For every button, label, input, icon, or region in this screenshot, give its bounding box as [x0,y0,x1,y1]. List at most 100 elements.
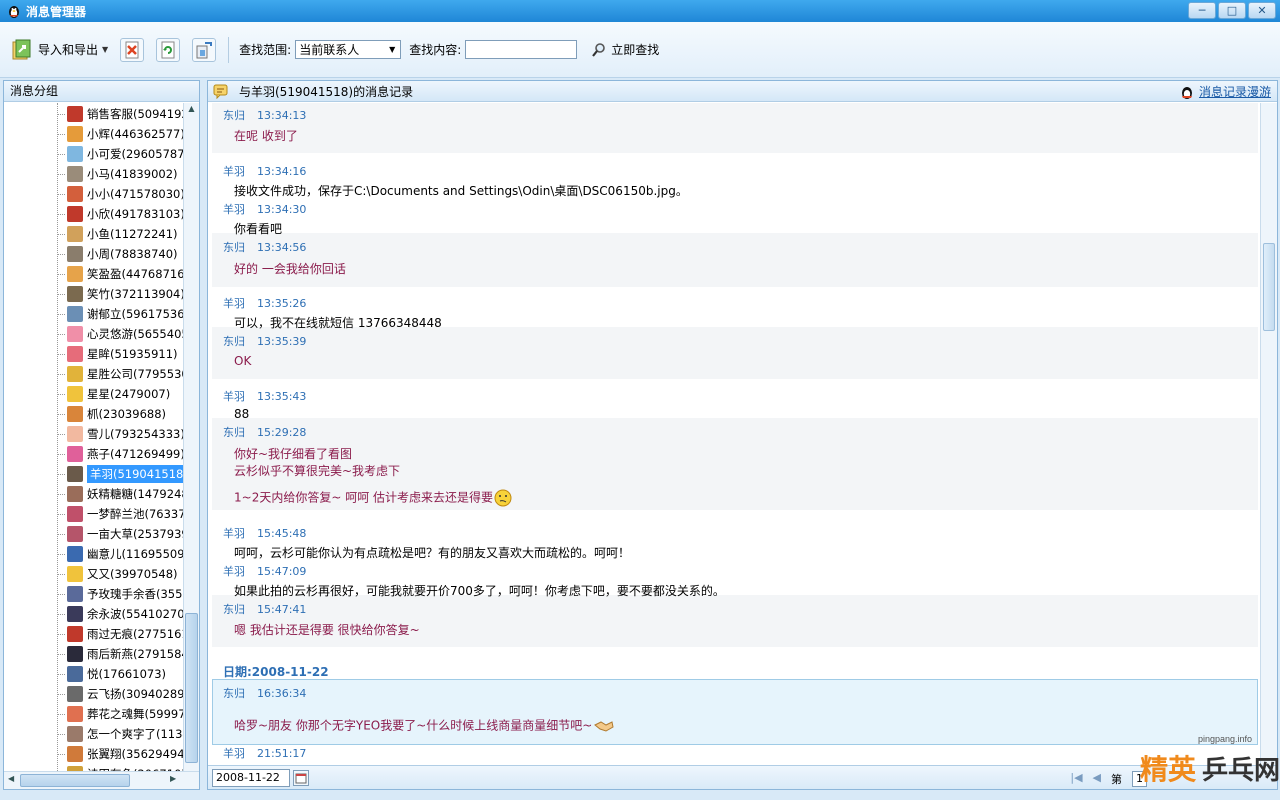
refresh-button[interactable] [156,37,181,62]
broom-icon [196,41,213,58]
first-page-icon[interactable]: |◀ [1070,771,1082,787]
contact-item[interactable]: 雪儿(793254333) [57,424,184,444]
contact-item[interactable]: 妖精糖糖(14792489 [57,484,184,504]
contact-item[interactable]: 心灵悠游(56554056 [57,324,184,344]
contact-vertical-scrollbar[interactable]: ▲ [183,103,199,771]
message-line: 可以，我不在线就短信 13766348448 [234,316,442,330]
contact-name: 笑竹(372113904) [87,287,184,301]
contact-item[interactable]: 星眸(51935911) [57,344,178,364]
contact-item[interactable]: 诗田有色(2067107 [57,764,184,771]
contact-item[interactable]: 小小(471578030) [57,184,184,204]
contact-item[interactable]: 小辉(446362577) [57,124,184,144]
scroll-left-icon[interactable]: ◀ [8,774,14,783]
avatar-icon [67,646,83,662]
tree-branch [57,293,65,295]
prev-page-icon[interactable]: ◀ [1093,771,1101,787]
message-line: OK [234,354,252,368]
contact-name: 谢郁立(59617536) [87,307,184,321]
message-header: 东归 16:36:34 [223,685,306,701]
delete-icon [125,41,139,58]
contact-item[interactable]: 笑盈盈(447687161) [57,264,184,284]
message-scrollbar[interactable] [1260,103,1277,765]
import-export-label: 导入和导出 [38,43,99,57]
contact-item[interactable]: 悦(17661073) [57,664,166,684]
contact-item[interactable]: 予玫瑰手余香(3556 [57,584,184,604]
contact-item[interactable]: 幽意儿(11695509) [57,544,184,564]
tree-branch [57,153,65,155]
message-band [212,327,1258,379]
scroll-up-icon[interactable]: ▲ [185,104,198,118]
contact-item[interactable]: 星胜公司(77955305 [57,364,184,384]
contact-item[interactable]: 小可爱(29605787) [57,144,184,164]
contact-item[interactable]: 一亩大草(25379395 [57,524,184,544]
scope-select[interactable]: 当前联系人 ▼ [295,40,402,59]
contact-item[interactable]: 怎一个爽字了(1134 [57,724,184,744]
contact-name: 小欣(491783103) [87,207,184,221]
tree-branch [57,453,65,455]
contact-item[interactable]: 一梦醉兰池(763379 [57,504,184,524]
contact-item[interactable]: 小马(41839002) [57,164,178,184]
contact-item[interactable]: 张翼翔(35629494) [57,744,184,764]
contact-item[interactable]: 小欣(491783103) [57,204,184,224]
maximize-button[interactable]: □ [1218,2,1246,19]
qq-penguin-icon [1181,86,1192,99]
contact-name: 心灵悠游(56554056 [87,327,184,341]
search-now-button[interactable]: 立即查找 [591,41,659,58]
tree-branch [57,113,65,115]
scroll-thumb[interactable] [20,774,130,787]
avatar-icon [67,386,83,402]
cleanup-button[interactable] [192,37,217,62]
contact-item[interactable]: 云飞扬(309402895) [57,684,184,704]
message-time: 15:47:09 [257,565,307,578]
contact-item[interactable]: 星星(2479007) [57,384,170,404]
contact-item[interactable]: 枛(23039688) [57,404,166,424]
qq-penguin-icon [9,6,19,18]
avatar-icon [67,366,83,382]
contact-item[interactable]: 笑竹(372113904) [57,284,184,304]
tree-branch [57,253,65,255]
tree-branch [57,673,65,675]
contact-item[interactable]: 葬花之魂舞(599971 [57,704,184,724]
tree-branch [57,593,65,595]
scroll-right-icon[interactable]: ▶ [170,774,176,783]
contact-item[interactable]: 雨过无痕(27751612 [57,624,184,644]
contact-name: 羊羽(519041518) [87,465,184,483]
sender-name: 东归 [223,241,245,254]
contact-item[interactable]: 小鱼(11272241) [57,224,178,244]
message-text: 你好~我仔细看了看图 [234,445,352,462]
contact-item[interactable]: 小周(78838740) [57,244,178,264]
minimize-button[interactable]: ─ [1188,2,1216,19]
message-text: 88 [234,407,249,421]
calendar-button[interactable] [293,770,309,786]
contact-item[interactable]: 谢郁立(59617536) [57,304,184,324]
date-field[interactable]: 2008-11-22 [212,769,290,787]
message-time: 16:36:34 [257,687,307,700]
avatar-icon [67,546,83,562]
close-button[interactable]: ✕ [1248,2,1276,19]
avatar-icon [67,446,83,462]
scroll-thumb[interactable] [1263,243,1275,331]
search-input[interactable] [465,40,578,59]
message-line: 哈罗~朋友 你那个无字YEO我要了~什么时候上线商量商量细节吧~ [234,718,593,733]
tree-branch [57,433,65,435]
contact-item[interactable]: 又又(39970548) [57,564,178,584]
contact-item[interactable]: 余永波(554102701) [57,604,184,624]
message-time: 13:35:39 [257,335,307,348]
tree-branch [57,393,65,395]
contact-item[interactable]: 销售客服(50941922 [57,104,184,124]
sender-name: 东归 [223,603,245,616]
delete-button[interactable] [120,37,145,62]
scroll-thumb[interactable] [185,613,198,763]
contact-item[interactable]: 雨后新燕(27915849 [57,644,184,664]
tree-branch [57,333,65,335]
avatar-icon [67,486,83,502]
contact-item[interactable]: 燕子(471269499) [57,444,184,464]
import-export-menu[interactable]: 导入和导出 ▼ [10,38,108,62]
watermark-logo: 精英 乒乓网 [1140,748,1280,788]
message-roaming-link[interactable]: 消息记录漫游 [1199,83,1271,100]
contact-item[interactable]: 羊羽(519041518) [57,464,184,484]
message-header: 羊羽 15:45:48 [223,525,306,541]
avatar-icon [67,226,83,242]
contact-horizontal-scrollbar[interactable]: ◀ ▶ [4,771,199,789]
sender-name: 羊羽 [223,565,245,578]
